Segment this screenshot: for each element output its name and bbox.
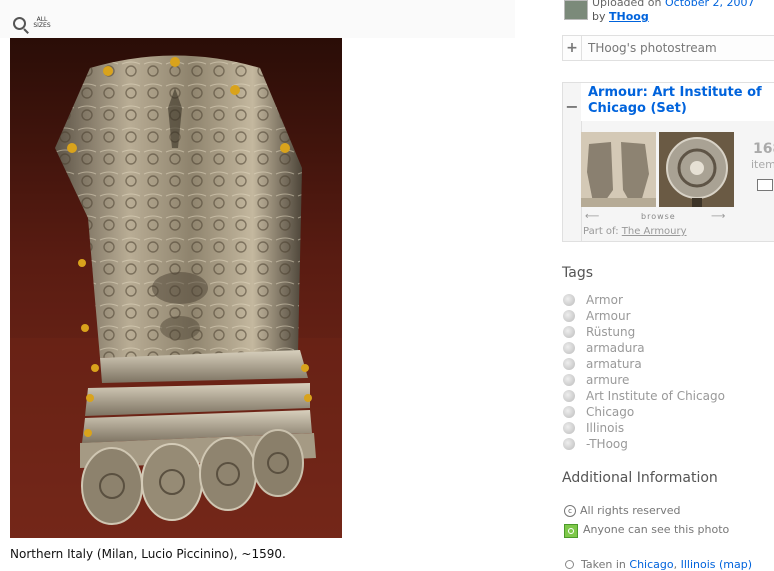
previous-arrow-icon[interactable]: ⟵ xyxy=(585,211,599,222)
set-item-count: 168 xyxy=(753,141,774,157)
tag-globe-icon xyxy=(563,390,575,402)
tag-globe-icon xyxy=(563,310,575,322)
set-title-link[interactable]: Armour: Art Institute of Chicago (Set) xyxy=(588,85,768,117)
tag-globe-icon xyxy=(563,358,575,370)
uploaded-prefix: Uploaded on xyxy=(592,0,662,9)
map-link[interactable]: (map) xyxy=(719,558,752,571)
tag-globe-icon xyxy=(563,294,575,306)
tag-label[interactable]: armatura xyxy=(586,357,642,371)
tag-globe-icon xyxy=(563,326,575,338)
part-of-prefix: Part of: xyxy=(583,226,619,237)
tag-label[interactable]: -THoog xyxy=(586,437,628,451)
visibility-text: Anyone can see this photo xyxy=(583,523,730,536)
browse-link[interactable]: browse xyxy=(641,212,676,221)
tag-globe-icon xyxy=(563,438,575,450)
photostream-label[interactable]: THoog's photostream xyxy=(588,41,717,55)
photostream-context[interactable]: + THoog's photostream xyxy=(562,35,774,61)
set-context: − Armour: Art Institute of Chicago (Set)… xyxy=(562,82,774,242)
tag-globe-icon xyxy=(563,374,575,386)
set-thumbnail-previous[interactable] xyxy=(581,132,656,207)
set-items-label: items xyxy=(751,158,774,171)
gloves-thumbnail-image xyxy=(581,132,656,207)
user-avatar[interactable] xyxy=(564,0,588,20)
username-link[interactable]: THoog xyxy=(609,10,649,23)
taken-city-link[interactable]: Chicago xyxy=(629,558,673,571)
taken-state-link[interactable]: Illinois xyxy=(681,558,716,571)
shield-thumbnail-image xyxy=(659,132,734,207)
tag-label[interactable]: Illinois xyxy=(586,421,624,435)
tag-globe-icon xyxy=(563,342,575,354)
tag-label[interactable]: armadura xyxy=(586,341,645,355)
main-photo[interactable] xyxy=(10,38,342,538)
tag-label[interactable]: Chicago xyxy=(586,405,634,419)
next-arrow-icon[interactable]: ⟶ xyxy=(711,211,725,222)
additional-info-heading: Additional Information xyxy=(562,470,718,486)
by-prefix: by xyxy=(592,10,606,23)
collection-link[interactable]: The Armoury xyxy=(622,226,687,237)
magnifier-icon xyxy=(13,17,26,30)
tag-globe-icon xyxy=(563,406,575,418)
tag-label[interactable]: Armor xyxy=(586,293,623,307)
rights-text: All rights reserved xyxy=(580,504,681,517)
taken-separator: , xyxy=(673,558,678,571)
slideshow-icon[interactable] xyxy=(757,179,773,191)
expand-photostream-button[interactable]: + xyxy=(563,36,582,60)
taken-prefix: Taken in xyxy=(581,558,626,571)
location-icon xyxy=(565,560,574,569)
public-visibility-icon xyxy=(564,524,578,538)
tag-label[interactable]: Art Institute of Chicago xyxy=(586,389,725,403)
tag-label[interactable]: Armour xyxy=(586,309,631,323)
set-title-container: Armour: Art Institute of Chicago (Set) xyxy=(581,83,774,121)
all-sizes-label: ALL SIZES xyxy=(33,16,51,29)
taken-location: Taken in Chicago, Illinois (map) xyxy=(581,558,752,571)
collapse-set-button[interactable]: − xyxy=(563,83,582,241)
tag-label[interactable]: Rüstung xyxy=(586,325,635,339)
set-navigation: ⟵ browse ⟶ xyxy=(583,211,738,223)
tags-heading: Tags xyxy=(562,265,593,281)
copyright-icon: c xyxy=(564,505,576,517)
uploaded-date-link[interactable]: October 2, 2007 xyxy=(665,0,755,9)
gauntlet-photo-image xyxy=(10,38,342,538)
part-of-collection: Part of: The Armoury xyxy=(583,226,687,237)
photo-caption: Northern Italy (Milan, Lucio Piccinino),… xyxy=(10,547,286,561)
photo-toolbar xyxy=(0,0,515,38)
tag-globe-icon xyxy=(563,422,575,434)
all-sizes-link[interactable]: ALL SIZES xyxy=(10,14,60,34)
upload-info: Uploaded on October 2, 2007 xyxy=(592,0,755,9)
byline: by THoog xyxy=(592,10,649,23)
sidebar: Uploaded on October 2, 2007 by THoog + T… xyxy=(562,0,774,571)
set-thumbnail-next[interactable] xyxy=(659,132,734,207)
tag-label[interactable]: armure xyxy=(586,373,629,387)
